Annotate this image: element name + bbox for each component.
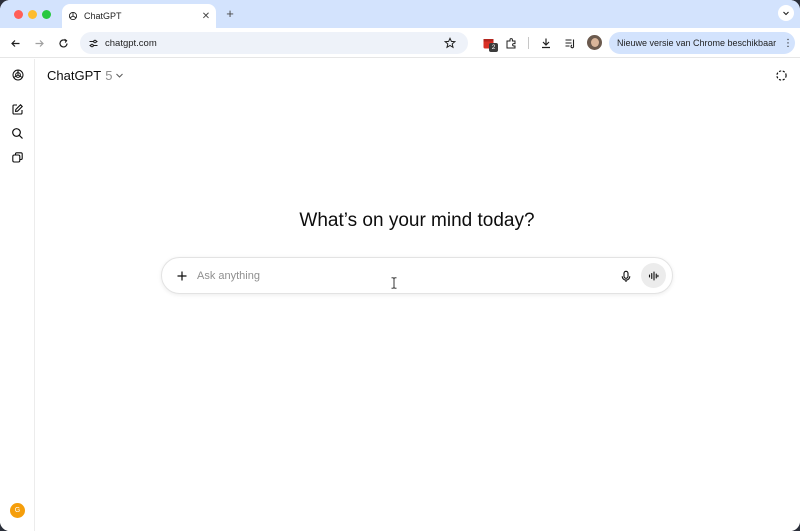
download-icon[interactable]: [538, 35, 554, 51]
search-icon[interactable]: [10, 126, 25, 141]
chrome-update-button[interactable]: Nieuwe versie van Chrome beschikbaar ⋮: [609, 32, 795, 54]
extension-badge: 2: [489, 43, 498, 52]
composer: [161, 257, 673, 294]
extensions-puzzle-icon[interactable]: [503, 35, 519, 51]
new-tab-button[interactable]: +: [222, 6, 238, 22]
browser-window: ChatGPT ✕ + chatgpt.com 2 Nieuwe versie …: [0, 0, 800, 531]
back-arrow-icon[interactable]: [7, 35, 23, 51]
chevron-down-icon: [115, 71, 124, 80]
prompt-input[interactable]: [197, 266, 607, 286]
library-icon[interactable]: [10, 150, 25, 165]
add-attachment-icon[interactable]: [174, 268, 190, 284]
chatgpt-page: G ChatGPT 5 What’s on your mind today?: [0, 59, 800, 531]
new-chat-icon[interactable]: [10, 102, 25, 117]
tab-title: ChatGPT: [84, 11, 122, 21]
model-name: ChatGPT: [47, 68, 102, 83]
tab-chatgpt[interactable]: ChatGPT ✕: [62, 4, 216, 28]
site-info-icon[interactable]: [88, 38, 99, 49]
url-text: chatgpt.com: [105, 37, 157, 49]
page-headline: What’s on your mind today?: [299, 210, 535, 231]
reading-list-icon[interactable]: [562, 35, 578, 51]
address-bar[interactable]: chatgpt.com: [80, 32, 468, 54]
browser-toolbar: chatgpt.com 2 Nieuwe versie van Chrome b…: [0, 28, 800, 58]
forward-arrow-icon[interactable]: [31, 35, 47, 51]
user-avatar[interactable]: G: [10, 503, 25, 518]
sidebar: G: [0, 59, 35, 531]
more-menu-icon[interactable]: ⋮: [781, 38, 795, 49]
extension-calendar-icon[interactable]: 2: [480, 35, 498, 52]
temporary-chat-icon[interactable]: [774, 68, 789, 83]
chatgpt-favicon-icon: [68, 11, 78, 21]
model-picker[interactable]: ChatGPT 5: [47, 68, 124, 83]
tab-strip: ChatGPT ✕ +: [0, 0, 800, 28]
openai-logo-icon[interactable]: [10, 67, 25, 82]
text-cursor-icon: [391, 277, 397, 289]
reload-icon[interactable]: [55, 35, 71, 51]
bookmark-star-icon[interactable]: [444, 37, 460, 49]
toolbar-separator: [528, 37, 529, 49]
microphone-icon[interactable]: [618, 268, 634, 284]
profile-avatar[interactable]: [587, 35, 602, 50]
voice-mode-button[interactable]: [641, 263, 666, 288]
update-label: Nieuwe versie van Chrome beschikbaar: [617, 38, 777, 48]
tab-search-icon[interactable]: [778, 5, 794, 21]
tab-close-icon[interactable]: ✕: [198, 11, 214, 22]
minimize-window-button[interactable]: [28, 10, 37, 19]
model-version: 5: [105, 68, 113, 83]
close-window-button[interactable]: [14, 10, 23, 19]
maximize-window-button[interactable]: [42, 10, 51, 19]
